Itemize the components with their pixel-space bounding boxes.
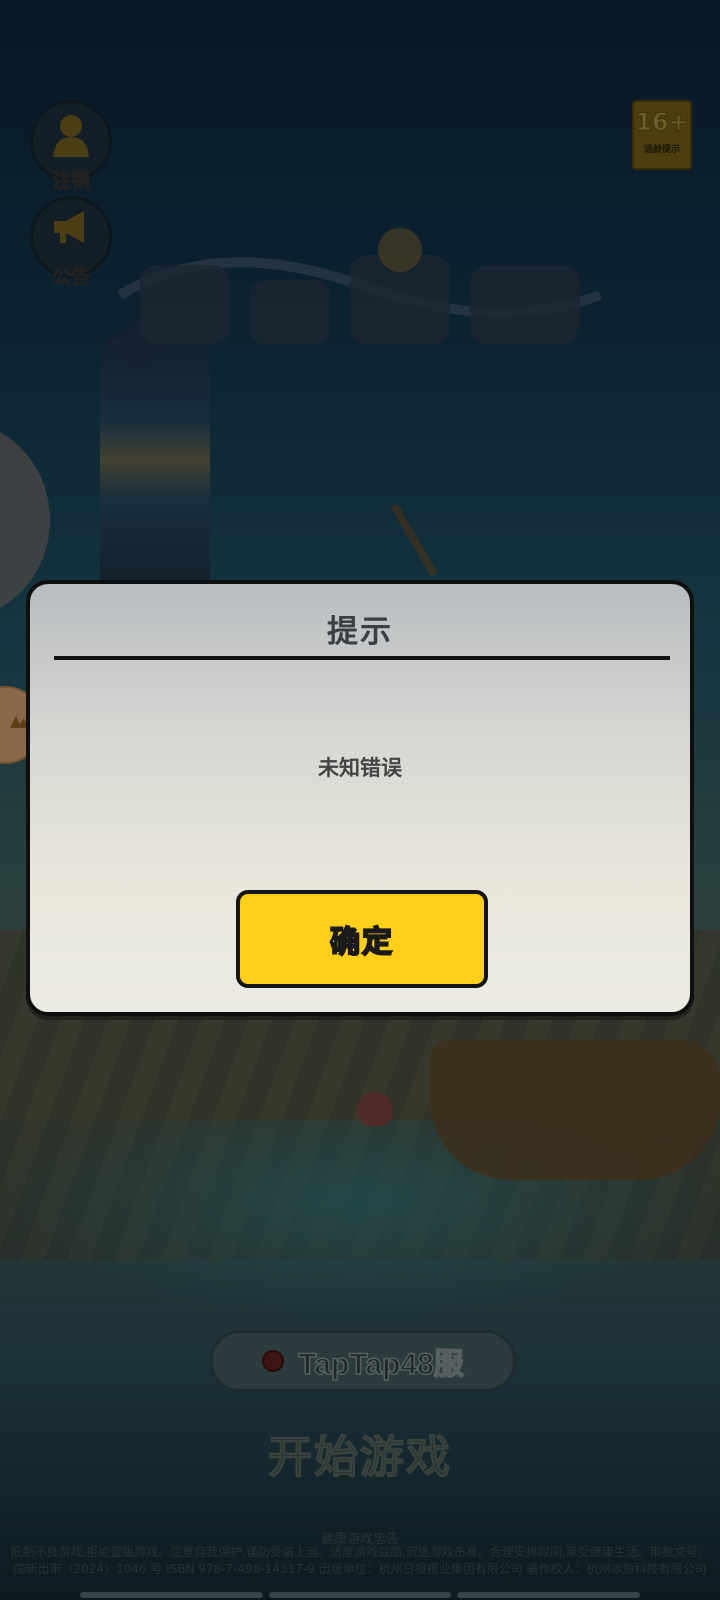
notice-label: 公告 xyxy=(51,266,90,289)
dialog-message: 未知错误 xyxy=(318,756,402,780)
confirm-button[interactable]: 确定 xyxy=(236,890,488,988)
game-login-screen: 注销 公告 16+ 适龄提示 TapTap48服 开始游戏 健康游戏忠告 抵制不… xyxy=(0,0,720,1600)
logout-label: 注销 xyxy=(51,170,90,193)
dialog-title: 提示 xyxy=(327,614,393,650)
confirm-button-label: 确定 xyxy=(329,924,394,961)
dialog-divider xyxy=(54,656,670,660)
error-dialog: 提示 未知错误 确定 xyxy=(26,580,694,1016)
